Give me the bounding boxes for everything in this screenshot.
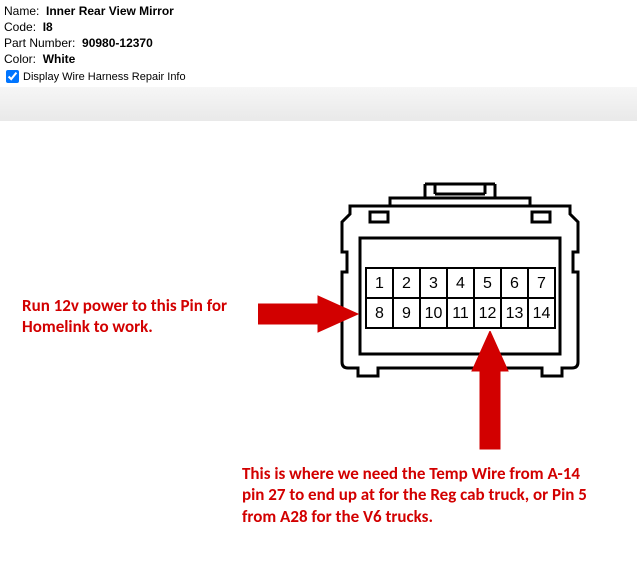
annotation-pin-12: This is where we need the Temp Wire from…	[242, 463, 602, 527]
row-color: Color: White	[4, 52, 636, 66]
pin-grid: 1 2 3 4 5 6 7 8 9 10 11 12 13	[366, 268, 555, 328]
header-info: Name: Inner Rear View Mirror Code: I8 Pa…	[0, 0, 640, 83]
pin-label-11: 11	[452, 305, 469, 322]
pin-label-4: 4	[456, 275, 465, 292]
pin-label-1: 1	[375, 275, 384, 292]
name-label: Name:	[4, 4, 39, 18]
connector-diagram: 1 2 3 4 5 6 7 8 9 10 11 12 13	[330, 176, 590, 406]
pin-label-6: 6	[510, 275, 519, 292]
pin-label-5: 5	[483, 275, 492, 292]
diagram-area: 1 2 3 4 5 6 7 8 9 10 11 12 13	[0, 121, 637, 576]
part-number-value: 90980-12370	[82, 36, 153, 50]
row-code: Code: I8	[4, 20, 636, 34]
checkbox-row: Display Wire Harness Repair Info	[6, 70, 636, 83]
pin-label-8: 8	[375, 305, 384, 322]
pin-label-3: 3	[429, 275, 438, 292]
code-label: Code:	[4, 20, 36, 34]
display-wire-harness-label: Display Wire Harness Repair Info	[23, 71, 186, 83]
code-value: I8	[43, 20, 53, 34]
display-wire-harness-checkbox[interactable]	[6, 70, 19, 83]
pin-label-10: 10	[425, 305, 443, 322]
pin-label-2: 2	[402, 275, 411, 292]
part-number-label: Part Number:	[4, 36, 75, 50]
pin-label-9: 9	[402, 305, 411, 322]
color-value: White	[43, 52, 76, 66]
row-name: Name: Inner Rear View Mirror	[4, 4, 636, 18]
toolbar-strip	[0, 87, 637, 121]
annotation-pin-8: Run 12v power to this Pin for Homelink t…	[22, 295, 232, 338]
row-part-number: Part Number: 90980-12370	[4, 36, 636, 50]
pin-label-13: 13	[506, 305, 524, 322]
pin-label-12: 12	[479, 305, 497, 322]
pin-label-7: 7	[537, 275, 546, 292]
name-value: Inner Rear View Mirror	[46, 4, 174, 18]
color-label: Color:	[4, 52, 36, 66]
arrow-to-pin-12-icon	[470, 331, 510, 451]
arrow-to-pin-8-icon	[258, 294, 363, 334]
pin-label-14: 14	[533, 305, 551, 322]
